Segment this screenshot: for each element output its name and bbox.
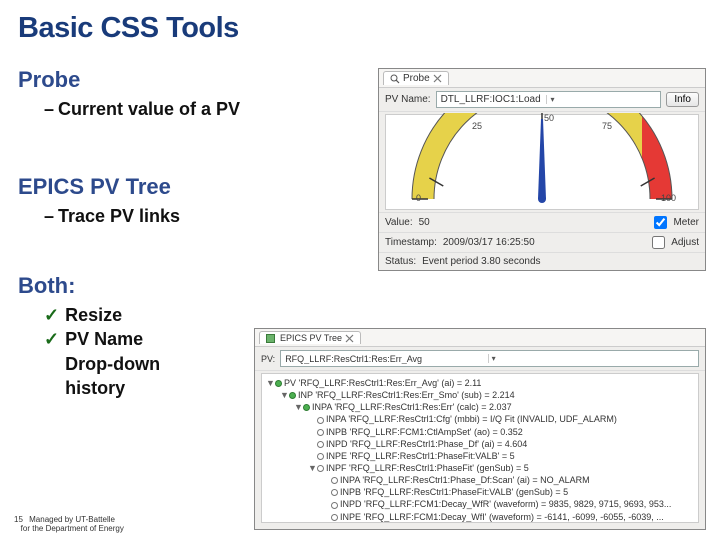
gauge-needle (538, 119, 546, 199)
disclosure-triangle-icon[interactable]: ▼ (294, 401, 303, 413)
both-item-history: ✓ PV NameDrop-downhistory (44, 327, 234, 400)
chevron-down-icon[interactable]: ▾ (488, 354, 694, 363)
meter-label: Meter (673, 217, 699, 228)
probe-tab-label: Probe (403, 73, 430, 84)
tree-node-text: INPE 'RFQ_LLRF:FCM1:Decay_WfI' (waveform… (340, 512, 664, 522)
magnifier-icon (390, 74, 400, 84)
meter-checkbox[interactable] (654, 216, 667, 229)
node-status-icon (275, 380, 282, 387)
adjust-label: Adjust (671, 237, 699, 248)
tree-node-text: INPE 'RFQ_LLRF:ResCtrl1:PhaseFit:VALB' =… (326, 451, 515, 461)
tick-50: 50 (544, 113, 554, 123)
node-status-icon (331, 514, 338, 521)
tree-node-text: INP 'RFQ_LLRF:ResCtrl1:Res:Err_Smo' (sub… (298, 390, 515, 400)
status-value: Event period 3.80 seconds (422, 256, 540, 267)
tree-node-text: INPA 'RFQ_LLRF:ResCtrl1:Res:Err' (calc) … (312, 402, 512, 412)
node-status-icon (303, 404, 310, 411)
section-both-heading: Both: (18, 273, 702, 299)
timestamp-label: Timestamp: (385, 237, 437, 248)
gauge-area: 0 25 50 75 100 (385, 114, 699, 210)
disclosure-triangle-icon[interactable]: ▼ (280, 389, 289, 401)
node-status-icon (317, 465, 324, 472)
slide-footer: 15 Managed by UT-Battelle for the Depart… (14, 515, 124, 534)
node-status-icon (289, 392, 296, 399)
info-button[interactable]: Info (666, 92, 699, 107)
tree-pv-value: RFQ_LLRF:ResCtrl1:Res:Err_Avg (285, 354, 487, 364)
node-status-icon (331, 477, 338, 484)
chevron-down-icon[interactable]: ▾ (546, 95, 656, 104)
tree-node-text: INPB 'RFQ_LLRF:FCM1:CtlAmpSet' (ao) = 0.… (326, 427, 523, 437)
footer-line2: for the Department of Energy (21, 524, 124, 533)
tree-node[interactable]: INPB 'RFQ_LLRF:ResCtrl1:PhaseFit:VALB' (… (266, 486, 694, 498)
tree-node[interactable]: INPD 'RFQ_LLRF:FCM1:Decay_WfR' (waveform… (266, 498, 694, 510)
tree-pv-label: PV: (261, 354, 275, 364)
tree-node[interactable]: INPA 'RFQ_LLRF:ResCtrl1:Cfg' (mbbi) = I/… (266, 413, 694, 425)
tree-pv-combo[interactable]: RFQ_LLRF:ResCtrl1:Res:Err_Avg ▾ (280, 350, 699, 367)
node-status-icon (317, 429, 324, 436)
pvname-label: PV Name: (385, 94, 431, 105)
tree-node[interactable]: INPD 'RFQ_LLRF:ResCtrl1:Phase_Df' (ai) =… (266, 438, 694, 450)
node-status-icon (317, 441, 324, 448)
pvname-combo[interactable]: DTL_LLRF:IOC1:Load ▾ (436, 91, 662, 108)
value-label: Value: (385, 217, 413, 228)
tree-node[interactable]: INPA 'RFQ_LLRF:ResCtrl1:Phase_Df:Scan' (… (266, 474, 694, 486)
close-icon[interactable] (433, 74, 442, 83)
tree-tabbar: EPICS PV Tree (255, 329, 705, 347)
tree-node-text: INPA 'RFQ_LLRF:ResCtrl1:Cfg' (mbbi) = I/… (326, 414, 617, 424)
status-label: Status: (385, 256, 416, 267)
tree-node-text: INPD 'RFQ_LLRF:ResCtrl1:Phase_Df' (ai) =… (326, 439, 527, 449)
check-icon: ✓ (44, 303, 59, 327)
page-number: 15 (14, 515, 23, 525)
tree-node[interactable]: INPB 'RFQ_LLRF:FCM1:CtlAmpSet' (ao) = 0.… (266, 426, 694, 438)
footer-line1: Managed by UT-Battelle (29, 515, 115, 524)
tree-node[interactable]: ▼ PV 'RFQ_LLRF:ResCtrl1:Res:Err_Avg' (ai)… (266, 377, 694, 389)
disclosure-triangle-icon[interactable]: ▼ (308, 462, 317, 474)
node-status-icon (317, 417, 324, 424)
tree-icon (266, 334, 275, 343)
value-value: 50 (419, 217, 430, 228)
node-status-icon (317, 453, 324, 460)
tree-tab-label: EPICS PV Tree (280, 333, 342, 343)
probe-panel: Probe PV Name: DTL_LLRF:IOC1:Load ▾ Info (378, 68, 706, 271)
tree-node-text: INPA 'RFQ_LLRF:ResCtrl1:Phase_Df:Scan' (… (340, 475, 590, 485)
tree-node[interactable]: ▼ INPF 'RFQ_LLRF:ResCtrl1:PhaseFit' (genS… (266, 462, 694, 474)
tree-node-text: PV 'RFQ_LLRF:ResCtrl1:Res:Err_Avg' (ai) … (284, 378, 481, 388)
tree-tab[interactable]: EPICS PV Tree (259, 331, 361, 344)
close-icon[interactable] (345, 334, 354, 343)
tree-node[interactable]: ▼ INPA 'RFQ_LLRF:ResCtrl1:Res:Err' (calc)… (266, 401, 694, 413)
disclosure-triangle-icon[interactable]: ▼ (266, 377, 275, 389)
node-status-icon (331, 502, 338, 509)
timestamp-value: 2009/03/17 16:25:50 (443, 237, 535, 248)
tree-panel: EPICS PV Tree PV: RFQ_LLRF:ResCtrl1:Res:… (254, 328, 706, 530)
tick-0: 0 (416, 193, 421, 203)
tree-body[interactable]: ▼PV 'RFQ_LLRF:ResCtrl1:Res:Err_Avg' (ai)… (261, 373, 699, 523)
both-item-resize: ✓ Resize (44, 303, 702, 327)
tick-75: 75 (602, 121, 612, 131)
tree-node[interactable]: INPE 'RFQ_LLRF:ResCtrl1:PhaseFit:VALB' =… (266, 450, 694, 462)
slide-title: Basic CSS Tools (18, 12, 702, 45)
tree-node-text: INPD 'RFQ_LLRF:FCM1:Decay_WfR' (waveform… (340, 499, 671, 509)
tick-25: 25 (472, 121, 482, 131)
node-status-icon (331, 489, 338, 496)
pvname-value: DTL_LLRF:IOC1:Load (441, 94, 547, 105)
probe-tabbar: Probe (379, 69, 705, 88)
tree-node[interactable]: ▼ INP 'RFQ_LLRF:ResCtrl1:Res:Err_Smo' (su… (266, 389, 694, 401)
check-icon: ✓ (44, 327, 59, 351)
tree-node-text: INPB 'RFQ_LLRF:ResCtrl1:PhaseFit:VALB' (… (340, 487, 568, 497)
gauge-meter (392, 113, 692, 203)
adjust-checkbox[interactable] (652, 236, 665, 249)
tree-node-text: INPF 'RFQ_LLRF:ResCtrl1:PhaseFit' (genSu… (326, 463, 529, 473)
probe-tab[interactable]: Probe (383, 71, 449, 85)
tree-node[interactable]: INPE 'RFQ_LLRF:FCM1:Decay_WfI' (waveform… (266, 511, 694, 523)
tick-100: 100 (661, 193, 676, 203)
